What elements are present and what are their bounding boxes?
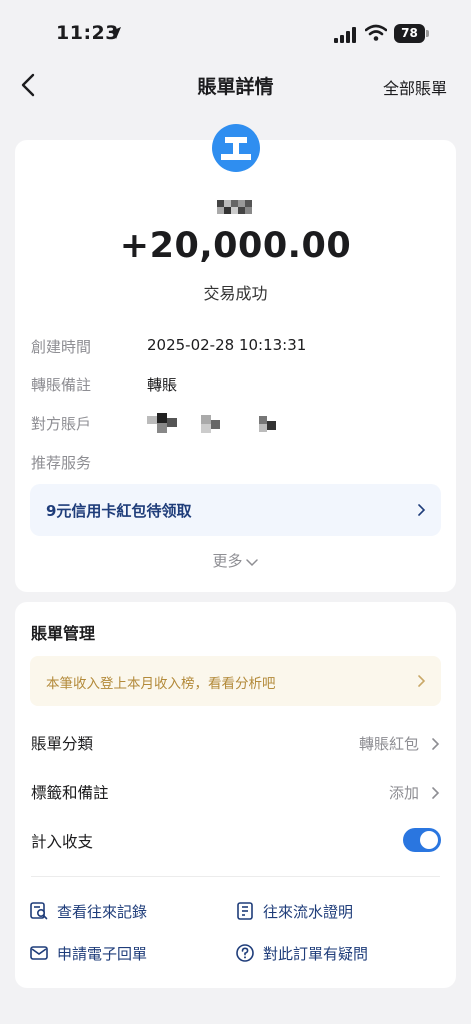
more-toggle[interactable]: 更多 — [15, 550, 456, 571]
avatar-glyph — [233, 141, 239, 155]
battery-level: 78 — [394, 24, 425, 43]
payer-avatar — [212, 124, 260, 172]
search-record-icon — [30, 902, 48, 920]
transaction-amount: +20,000.00 — [119, 226, 352, 266]
chevron-right-icon — [418, 675, 426, 687]
promo-text: 9元信用卡紅包待领取 — [46, 502, 192, 520]
count-in-row: 計入收支 — [31, 828, 441, 854]
bill-management-card: 賬單管理 本筆收入登上本月收入榜，看看分析吧 賬單分類 轉賬紅包 標籤和備註 添… — [15, 602, 456, 988]
detail-label: 推荐服务 — [31, 454, 92, 472]
count-in-toggle[interactable] — [403, 828, 441, 852]
bill-category-value: 轉賬紅包 — [358, 735, 419, 753]
detail-value: 轉賬 — [147, 376, 178, 394]
chevron-right-icon — [418, 504, 426, 516]
detail-label: 轉賬備註 — [31, 376, 92, 394]
count-in-label: 計入收支 — [31, 833, 94, 851]
transaction-status: 交易成功 — [203, 284, 268, 303]
section-title: 賬單管理 — [31, 624, 96, 643]
divider — [31, 876, 440, 877]
detail-value: 2025-02-28 10:13:31 — [147, 336, 307, 354]
tags-remark-row[interactable]: 標籤和備註 添加 — [31, 781, 441, 805]
payer-name-masked — [217, 200, 253, 216]
chevron-down-icon — [245, 558, 258, 566]
link-label: 查看往來記錄 — [57, 903, 148, 921]
link-label: 申請電子回單 — [57, 945, 148, 963]
wifi-icon — [365, 24, 387, 41]
statement-icon — [237, 902, 253, 920]
counterparty-masked — [147, 413, 307, 435]
tags-remark-label: 標籤和備註 — [31, 784, 109, 802]
tags-remark-value: 添加 — [388, 784, 419, 802]
status-bar: 11:23 78 — [0, 0, 471, 62]
chevron-right-icon — [432, 738, 440, 750]
link-label: 對此訂單有疑問 — [263, 945, 369, 963]
battery-indicator: 78 — [394, 24, 429, 43]
bill-category-row[interactable]: 賬單分類 轉賬紅包 — [31, 732, 441, 756]
detail-label: 對方賬戶 — [31, 415, 92, 433]
toggle-knob — [420, 831, 438, 849]
link-label: 往來流水證明 — [263, 903, 354, 921]
nav-bar: 賬單詳情 全部賬單 — [0, 62, 471, 108]
mail-icon — [30, 946, 48, 960]
avatar-glyph — [221, 154, 251, 160]
chevron-right-icon — [432, 787, 440, 799]
question-icon — [236, 944, 254, 962]
location-arrow-icon — [109, 27, 121, 39]
cellular-signal-icon — [334, 27, 356, 43]
all-bills-link[interactable]: 全部賬單 — [383, 75, 447, 99]
more-label: 更多 — [212, 552, 243, 570]
detail-label: 創建時間 — [31, 338, 92, 356]
bill-category-label: 賬單分類 — [31, 735, 94, 753]
battery-tip — [426, 30, 429, 37]
tip-text: 本筆收入登上本月收入榜，看看分析吧 — [46, 676, 276, 692]
income-analysis-tip[interactable]: 本筆收入登上本月收入榜，看看分析吧 — [30, 656, 441, 706]
credit-card-promo-banner[interactable]: 9元信用卡紅包待领取 — [30, 484, 441, 536]
transaction-card: +20,000.00 交易成功 創建時間 2025-02-28 10:13:31… — [15, 140, 456, 592]
